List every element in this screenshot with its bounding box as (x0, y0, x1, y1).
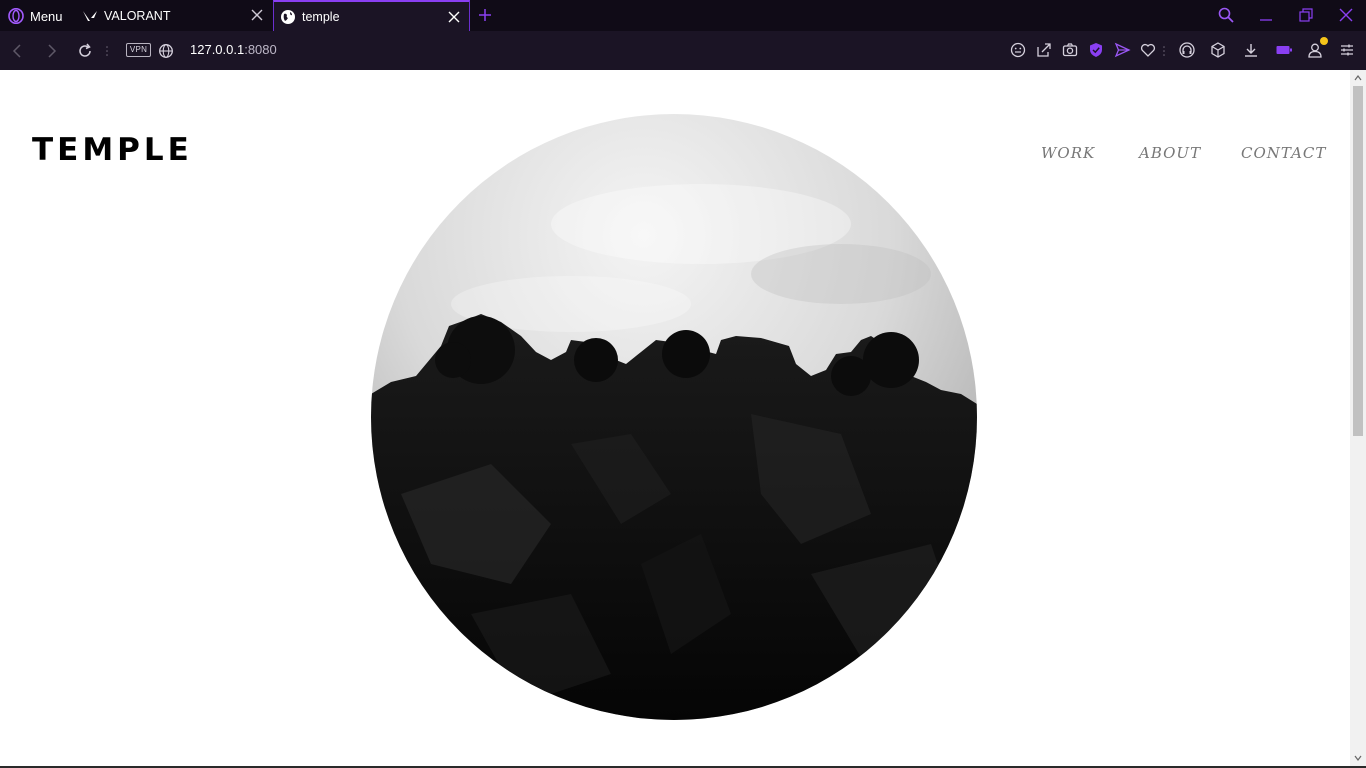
opera-logo-icon (8, 8, 24, 24)
camera-icon[interactable] (1061, 41, 1079, 59)
player-icon[interactable] (1178, 41, 1196, 59)
url-field[interactable]: 127.0.0.1:8080 (190, 42, 277, 57)
easy-setup-icon[interactable] (1338, 41, 1356, 59)
close-icon[interactable] (250, 8, 264, 22)
address-bar: VPN 127.0.0.1:8080 (0, 31, 1366, 70)
new-tab-plus-icon[interactable] (477, 7, 493, 23)
minimize-icon[interactable] (1257, 6, 1275, 24)
opera-menu-button[interactable]: Menu (8, 7, 63, 25)
tab-title: VALORANT (104, 8, 171, 23)
search-icon[interactable] (1217, 6, 1235, 24)
tab-temple[interactable]: temple (273, 0, 470, 31)
close-icon[interactable] (447, 10, 461, 24)
valorant-icon (83, 10, 97, 21)
site-logo[interactable]: TEMPLE (32, 132, 193, 168)
globe-icon (281, 9, 295, 24)
tab-valorant[interactable]: VALORANT (76, 0, 272, 31)
heart-icon[interactable] (1139, 41, 1157, 59)
send-icon[interactable] (1113, 41, 1131, 59)
tab-title: temple (302, 9, 340, 24)
scrollbar-thumb[interactable] (1353, 86, 1363, 436)
shield-icon[interactable] (1087, 41, 1105, 59)
forward-arrow-icon[interactable] (42, 42, 60, 60)
separator-dots (106, 46, 108, 56)
page-viewport: TEMPLE WORK ABOUT CONTACT (0, 70, 1350, 766)
download-icon[interactable] (1242, 41, 1260, 59)
tab-bar: Menu VALORANT temple (0, 0, 1366, 31)
restore-icon[interactable] (1297, 6, 1315, 24)
hero-image (371, 114, 977, 720)
menu-label: Menu (30, 8, 63, 24)
battery-saver-icon[interactable] (1275, 41, 1293, 59)
url-host: 127.0.0.1 (190, 42, 245, 57)
back-arrow-icon[interactable] (9, 42, 27, 60)
site-info-globe-icon[interactable] (157, 42, 175, 60)
emoji-icon[interactable] (1009, 41, 1027, 59)
window-close-icon[interactable] (1337, 6, 1355, 24)
nav-link-work[interactable]: WORK (1041, 144, 1095, 162)
scroll-down-arrow-icon[interactable] (1354, 754, 1362, 762)
vertical-scrollbar[interactable] (1350, 70, 1366, 766)
notification-badge (1320, 37, 1328, 45)
cube-icon[interactable] (1209, 41, 1227, 59)
scroll-up-arrow-icon[interactable] (1354, 74, 1362, 82)
separator-dots (1163, 46, 1165, 56)
nav-link-about[interactable]: ABOUT (1139, 144, 1201, 162)
reload-icon[interactable] (76, 42, 94, 60)
share-icon[interactable] (1035, 41, 1053, 59)
url-port: :8080 (244, 42, 277, 57)
nav-link-contact[interactable]: CONTACT (1241, 144, 1326, 162)
vpn-badge[interactable]: VPN (126, 43, 151, 57)
